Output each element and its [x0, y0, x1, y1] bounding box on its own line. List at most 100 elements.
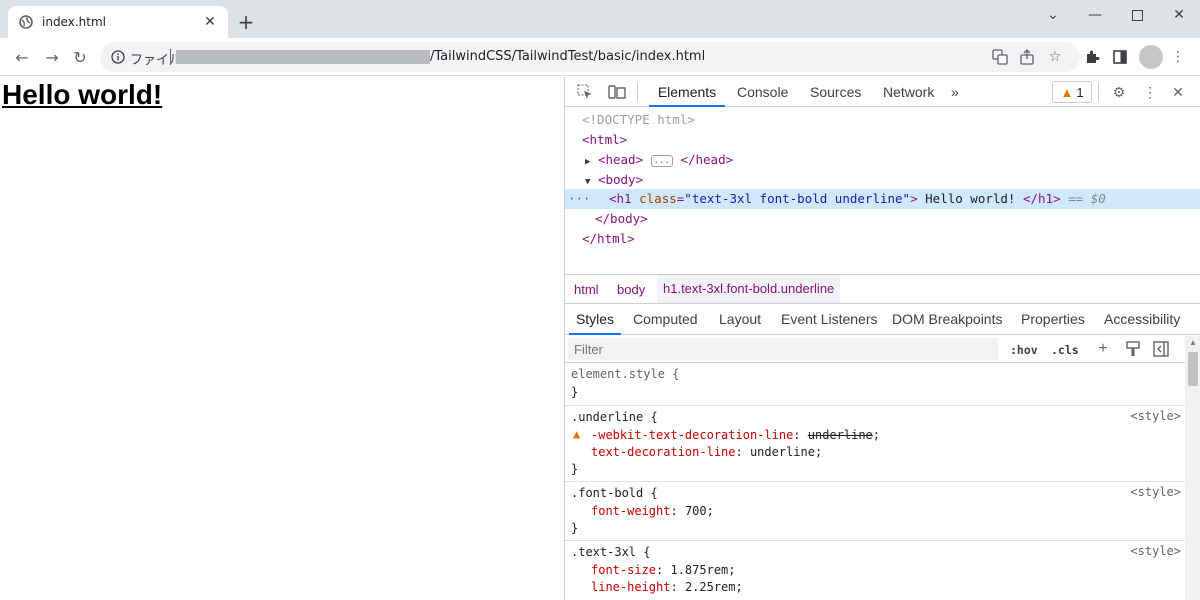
- html-close-tag: </html>: [582, 231, 635, 246]
- devtools-topbar: Elements Console Sources Network » ▲ 1 ⚙…: [565, 77, 1200, 107]
- kebab-menu-icon[interactable]: ⋮: [1168, 47, 1188, 67]
- dom-h1-node[interactable]: ··· <h1 class="text-3xl font-bold underl…: [565, 189, 1200, 209]
- more-tabs-icon[interactable]: »: [951, 77, 959, 107]
- rule-close-brace: }: [571, 385, 579, 399]
- bookmark-star-icon[interactable]: ☆: [1045, 47, 1065, 67]
- tab-elements[interactable]: Elements: [649, 77, 725, 107]
- html-open-tag: <html>: [582, 132, 628, 147]
- tab-network[interactable]: Network: [883, 77, 934, 107]
- rule-source-link[interactable]: <style>: [1130, 409, 1181, 423]
- property-value: underline: [749, 445, 815, 459]
- head-open-tag: <head>: [597, 152, 644, 167]
- device-toolbar-icon[interactable]: [607, 82, 627, 102]
- breadcrumb-body[interactable]: body: [617, 282, 645, 297]
- side-panel-icon[interactable]: [1110, 47, 1130, 67]
- expand-triangle-icon[interactable]: ▶: [585, 157, 590, 167]
- close-tab-icon[interactable]: ✕: [202, 14, 218, 30]
- body-close-tag: </body>: [595, 211, 648, 226]
- collapse-triangle-icon[interactable]: ▼: [585, 177, 590, 187]
- tab-strip: index.html ✕ + ⌄ — ✕: [0, 0, 1200, 38]
- subtab-event-listeners[interactable]: Event Listeners: [781, 304, 878, 335]
- rule-element-style[interactable]: element.style { }: [565, 364, 1185, 406]
- rule-font-bold[interactable]: .font-bold { <style> font-weight: 700; }: [565, 483, 1185, 541]
- breadcrumb-html[interactable]: html: [574, 282, 599, 297]
- rule-source-link[interactable]: <style>: [1130, 485, 1181, 499]
- declaration-line-height[interactable]: line-height: 2.25rem;: [591, 579, 743, 596]
- dom-head-node[interactable]: ▶ <head> ... </head>: [565, 150, 1200, 170]
- new-rule-plus-icon[interactable]: +: [1093, 339, 1113, 359]
- dom-body-close[interactable]: </body>: [565, 209, 1200, 229]
- subtab-styles[interactable]: Styles: [569, 304, 621, 335]
- close-devtools-icon[interactable]: ✕: [1168, 82, 1188, 102]
- minimize-icon[interactable]: —: [1074, 0, 1116, 30]
- extensions-puzzle-icon[interactable]: [1082, 47, 1102, 67]
- settings-gear-icon[interactable]: ⚙: [1109, 82, 1129, 102]
- dom-doctype[interactable]: <!DOCTYPE html>: [565, 110, 1200, 130]
- reload-icon[interactable]: ↻: [68, 45, 92, 69]
- paint-brush-icon[interactable]: [1123, 339, 1143, 359]
- back-arrow-icon[interactable]: ←: [10, 45, 34, 69]
- declaration-font-weight[interactable]: font-weight: 700;: [591, 503, 714, 520]
- rule-close-brace: }: [571, 462, 579, 476]
- warnings-badge[interactable]: ▲ 1: [1052, 81, 1092, 103]
- subtab-dom-breakpoints[interactable]: DOM Breakpoints: [892, 304, 1002, 335]
- dom-html-close[interactable]: </html>: [565, 229, 1200, 249]
- property-name: line-height: [591, 580, 671, 594]
- tab-search-chevron-icon[interactable]: ⌄: [1032, 0, 1074, 30]
- h1-tag-name: h1: [616, 191, 632, 206]
- collapsed-ellipsis[interactable]: ...: [650, 154, 673, 167]
- url-path: /TailwindCSS/TailwindTest/basic/index.ht…: [430, 49, 706, 64]
- scrollbar-thumb[interactable]: [1188, 352, 1198, 386]
- body-open-tag: <body>: [597, 172, 644, 187]
- styles-pane: element.style { } .underline { <style> ▲…: [565, 364, 1185, 600]
- styles-scrollbar[interactable]: ▲: [1185, 336, 1200, 600]
- element-style-selector: element.style {: [571, 367, 680, 381]
- subtab-computed[interactable]: Computed: [633, 304, 698, 335]
- computed-sidebar-icon[interactable]: [1151, 339, 1171, 359]
- forward-arrow-icon[interactable]: →: [40, 45, 64, 69]
- info-icon[interactable]: [110, 49, 126, 65]
- browser-tab[interactable]: index.html ✕: [8, 6, 228, 38]
- rule-source-link[interactable]: <style>: [1130, 544, 1181, 558]
- scroll-up-arrow-icon[interactable]: ▲: [1189, 338, 1197, 347]
- rule-text-3xl[interactable]: .text-3xl { <style> font-size: 1.875rem;…: [565, 542, 1185, 600]
- tab-console[interactable]: Console: [737, 77, 788, 107]
- close-window-icon[interactable]: ✕: [1158, 0, 1200, 30]
- breadcrumb-h1[interactable]: h1.text-3xl.font-bold.underline: [657, 275, 841, 303]
- h1-attr-name: class: [639, 191, 677, 206]
- property-name: font-weight: [591, 504, 671, 518]
- h1-text-node: Hello world!: [925, 191, 1016, 206]
- globe-icon: [18, 14, 34, 30]
- warning-icon: ▲: [1060, 84, 1074, 100]
- translate-icon[interactable]: [990, 47, 1010, 67]
- rule-close-brace: }: [571, 521, 579, 535]
- declaration-text-decoration-line[interactable]: text-decoration-line: underline;: [591, 444, 822, 461]
- property-name: font-size: [591, 563, 657, 577]
- devtools-menu-icon[interactable]: ⋮: [1140, 82, 1160, 102]
- declaration-webkit-text-decoration-line[interactable]: -webkit-text-decoration-line: underline;: [591, 427, 880, 444]
- share-icon[interactable]: [1017, 47, 1037, 67]
- subtab-properties[interactable]: Properties: [1021, 304, 1085, 335]
- h1-close-tag: </h1>: [1022, 191, 1061, 206]
- tab-sources[interactable]: Sources: [810, 77, 861, 107]
- dom-body-node[interactable]: ▼ <body>: [565, 170, 1200, 190]
- subtab-accessibility[interactable]: Accessibility: [1104, 304, 1180, 335]
- rule-underline[interactable]: .underline { <style> ▲ -webkit-text-deco…: [565, 407, 1185, 482]
- styles-filter-bar: :hov .cls +: [565, 336, 1185, 363]
- warning-icon[interactable]: ▲: [573, 427, 580, 441]
- address-bar[interactable]: ファイル /TailwindCSS/TailwindTest/basic/ind…: [100, 42, 1080, 72]
- subtab-layout[interactable]: Layout: [719, 304, 761, 335]
- toolbar-divider: [637, 83, 638, 101]
- node-actions-icon[interactable]: ···: [568, 189, 591, 209]
- maximize-icon[interactable]: [1116, 0, 1158, 30]
- new-tab-button[interactable]: +: [234, 10, 258, 34]
- inspect-element-icon[interactable]: [575, 82, 595, 102]
- property-value: underline: [807, 428, 873, 442]
- cls-toggle[interactable]: .cls: [1051, 340, 1079, 360]
- profile-avatar[interactable]: [1139, 45, 1163, 69]
- dom-html-node[interactable]: <html>: [565, 130, 1200, 150]
- styles-subtabs: Styles Computed Layout Event Listeners D…: [565, 304, 1200, 335]
- filter-input[interactable]: [568, 338, 998, 360]
- declaration-font-size[interactable]: font-size: 1.875rem;: [591, 562, 736, 579]
- hov-toggle[interactable]: :hov: [1010, 340, 1038, 360]
